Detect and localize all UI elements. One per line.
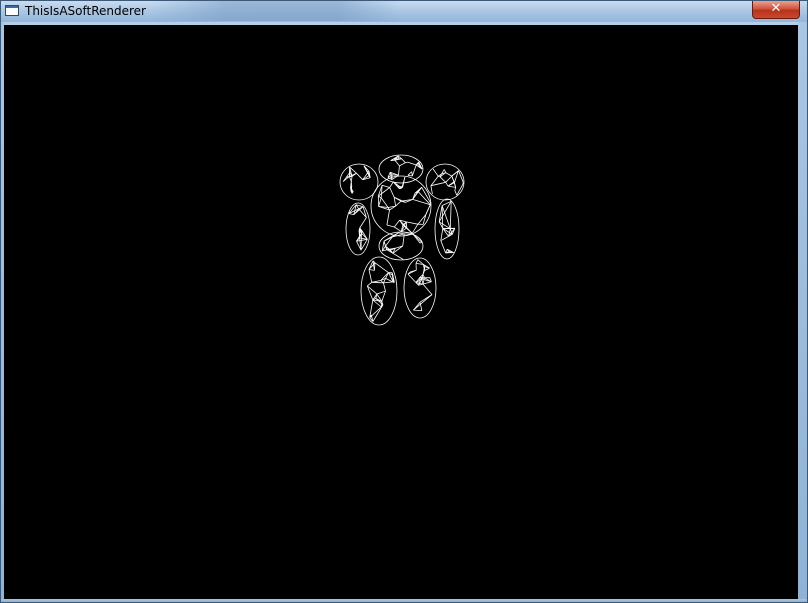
close-button[interactable]: ✕ xyxy=(752,1,800,19)
window-title: ThisIsASoftRenderer xyxy=(25,4,146,18)
robot-right-leg xyxy=(403,257,437,319)
robot-head xyxy=(378,154,424,184)
app-window: ThisIsASoftRenderer ✕ xyxy=(0,0,808,603)
app-window-icon xyxy=(5,5,19,16)
robot-right-shoulder xyxy=(425,163,465,201)
title-bar[interactable]: ThisIsASoftRenderer ✕ xyxy=(1,1,807,22)
robot-torso xyxy=(370,175,432,237)
window-frame-bottom xyxy=(1,599,807,602)
robot-wireframe xyxy=(339,154,465,326)
robot-left-arm xyxy=(345,202,371,256)
robot-left-shoulder xyxy=(339,163,379,201)
window-frame-right xyxy=(798,22,807,602)
robot-right-arm xyxy=(434,198,460,260)
robot-left-leg xyxy=(360,256,398,326)
background-window-ghost xyxy=(151,1,401,21)
render-viewport[interactable] xyxy=(4,25,798,599)
